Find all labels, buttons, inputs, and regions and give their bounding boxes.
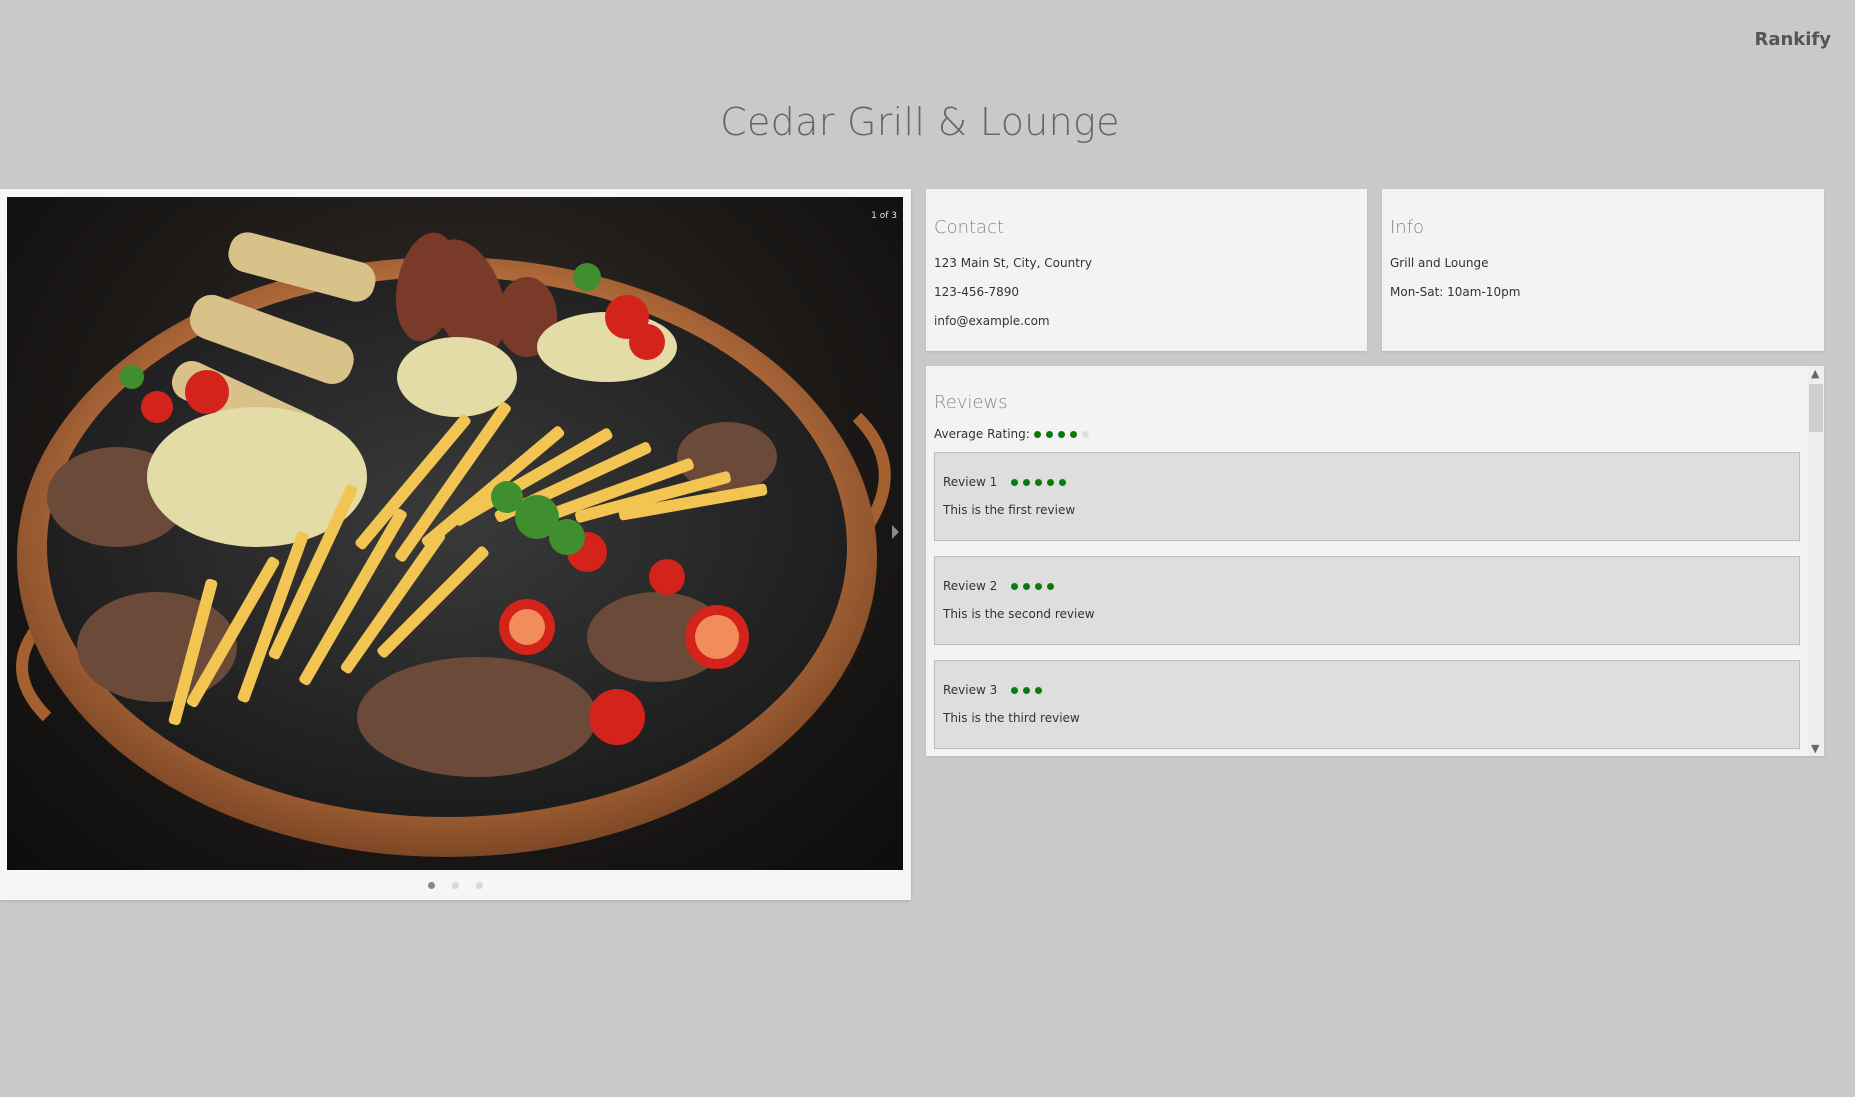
rating-dot	[1045, 430, 1053, 438]
carousel-dot-1[interactable]	[427, 882, 435, 889]
image-carousel: 1 of 3	[0, 189, 911, 900]
slide-counter: 1 of 3	[871, 211, 897, 221]
contact-card: Contact 123 Main St, City, Country 123-4…	[926, 189, 1367, 351]
review-list: Review 1 This is the first review Review 2…	[934, 452, 1800, 749]
average-rating-label: Average Rating:	[934, 427, 1030, 441]
rating-dot	[1011, 686, 1019, 694]
rating-dot	[1081, 430, 1089, 438]
reviews-scrollbar[interactable]: ▲ ▼	[1808, 366, 1824, 756]
next-arrow-icon[interactable]	[892, 525, 899, 539]
review-rating-dots	[1011, 582, 1071, 590]
rating-dot	[1059, 478, 1067, 486]
scroll-up-icon[interactable]: ▲	[1811, 368, 1819, 379]
info-heading: Info	[1390, 217, 1425, 238]
contact-phone[interactable]: 123-456-7890	[934, 285, 1359, 299]
rating-dot	[1035, 478, 1043, 486]
review-header: Review 3	[943, 683, 1791, 697]
contact-heading: Contact	[934, 217, 1005, 238]
contact-email[interactable]: info@example.com	[934, 314, 1359, 328]
review-rating-dots	[1011, 686, 1071, 694]
carousel-dot-3[interactable]	[476, 882, 484, 889]
review-text: This is the second review	[943, 607, 1095, 621]
scroll-down-icon[interactable]: ▼	[1811, 743, 1819, 754]
rating-dot	[1059, 582, 1067, 590]
rating-dot	[1023, 582, 1031, 590]
rating-dot	[1011, 478, 1019, 486]
rating-dot	[1069, 430, 1077, 438]
review-header: Review 2	[943, 579, 1791, 593]
review-title: Review 1	[943, 475, 998, 489]
scrollbar-thumb[interactable]	[1809, 384, 1823, 432]
review-text: This is the first review	[943, 503, 1076, 517]
rating-dot	[1023, 686, 1031, 694]
rating-dot	[1033, 430, 1041, 438]
rating-dot	[1035, 582, 1043, 590]
contact-address: 123 Main St, City, Country	[934, 256, 1092, 270]
review-header: Review 1	[943, 475, 1791, 489]
page-title: Cedar Grill & Lounge	[720, 100, 1120, 144]
rating-dot	[1057, 430, 1065, 438]
reviews-heading: Reviews	[934, 392, 1008, 413]
carousel-image: 1 of 3	[7, 197, 903, 870]
review-rating-dots	[1011, 478, 1071, 486]
review-title: Review 2	[943, 579, 998, 593]
rating-dot	[1047, 686, 1055, 694]
rating-dot	[1047, 582, 1055, 590]
info-category: Grill and Lounge	[1390, 256, 1489, 270]
review-item: Review 3 This is the third review	[934, 660, 1800, 749]
rating-dot	[1059, 686, 1067, 694]
info-hours: Mon-Sat: 10am-10pm	[1390, 285, 1521, 299]
rating-dot	[1023, 478, 1031, 486]
rating-dot	[1011, 582, 1019, 590]
average-rating: Average Rating:	[934, 427, 1800, 441]
average-rating-dots	[1033, 430, 1094, 438]
review-item: Review 2 This is the second review	[934, 556, 1800, 645]
carousel-dot-2[interactable]	[452, 882, 459, 889]
review-item: Review 1 This is the first review	[934, 452, 1800, 541]
review-title: Review 3	[943, 683, 998, 697]
brand-logo[interactable]: Rankify	[1754, 29, 1831, 50]
info-card: Info Grill and Lounge Mon-Sat: 10am-10pm	[1382, 189, 1824, 351]
rating-dot	[1047, 478, 1055, 486]
reviews-card[interactable]: Reviews Average Rating: Review 1 This is …	[926, 366, 1824, 756]
review-text: This is the third review	[943, 711, 1080, 725]
rating-dot	[1035, 686, 1043, 694]
carousel-indicators	[0, 874, 911, 893]
